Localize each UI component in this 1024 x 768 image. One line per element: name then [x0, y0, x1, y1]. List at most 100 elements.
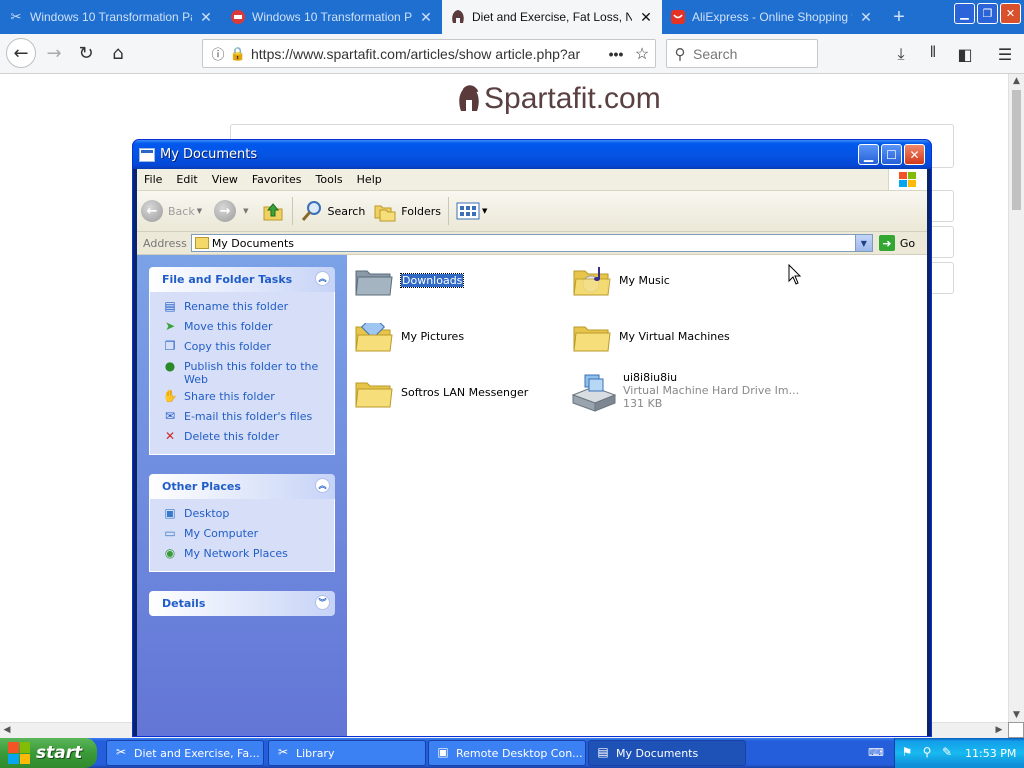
library-icon[interactable]: 𝍪	[920, 41, 946, 67]
lock-icon: 🔒	[229, 45, 247, 61]
back-arrow-icon: ←	[13, 42, 29, 64]
collapse-chevron-icon[interactable]: ︽	[315, 271, 330, 286]
collapse-chevron-icon[interactable]: ︽	[315, 478, 330, 493]
scroll-up-icon[interactable]: ▲	[1009, 74, 1024, 88]
close-button[interactable]: ✕	[904, 144, 925, 165]
home-button[interactable]: ⌂	[104, 39, 132, 67]
address-field[interactable]: My Documents ▼	[190, 234, 873, 252]
place-network[interactable]: ◉ My Network Places	[162, 545, 334, 565]
task-publish-folder[interactable]: ● Publish this folder to the Web	[162, 358, 334, 388]
taskbar-item-label: Library	[296, 746, 335, 760]
tab-aliexpress[interactable]: AliExpress - Online Shopping for ... ✕	[662, 0, 882, 34]
place-my-computer[interactable]: ▭ My Computer	[162, 525, 334, 545]
aliexpress-icon	[670, 9, 686, 25]
taskbar-item-my-documents[interactable]: ▤ My Documents	[588, 740, 746, 766]
file-item-softros-lan-messenger[interactable]: Softros LAN Messenger	[353, 371, 528, 413]
task-rename-folder[interactable]: ▤ Rename this folder	[162, 298, 334, 318]
task-share-folder[interactable]: ✋ Share this folder	[162, 388, 334, 408]
place-desktop[interactable]: ▣ Desktop	[162, 505, 334, 525]
messenger-tray-icon[interactable]: ✎	[939, 745, 955, 761]
search-label: Search	[327, 204, 366, 218]
new-tab-button[interactable]: +	[884, 0, 914, 34]
close-tab-icon[interactable]: ✕	[418, 9, 434, 26]
delete-icon: ✕	[164, 429, 176, 443]
taskbar-item-library[interactable]: ✂ Library	[268, 740, 426, 766]
scrollbar-thumb[interactable]	[1012, 90, 1021, 210]
page-vertical-scrollbar[interactable]: ▲ ▼	[1008, 74, 1024, 722]
keyboard-icon[interactable]: ⌨	[868, 746, 884, 760]
sidebar-icon[interactable]: ◧	[952, 41, 978, 67]
file-item-my-music[interactable]: My Music	[571, 259, 670, 301]
badge-icon	[230, 9, 246, 25]
spartafit-logo[interactable]: Spartafit.com	[458, 82, 661, 116]
panel-header[interactable]: Other Places ︽	[149, 474, 335, 499]
menu-file[interactable]: File	[137, 173, 169, 186]
scroll-down-icon[interactable]: ▼	[1009, 708, 1024, 722]
window-title-bar[interactable]: My Documents ▁ ☐ ✕	[133, 140, 931, 169]
search-tray-icon[interactable]: ⚲	[919, 745, 935, 761]
tab-windows10-transformation-1[interactable]: ✂ Windows 10 Transformation Pa... ✕	[0, 0, 222, 34]
start-button[interactable]: start	[0, 738, 97, 768]
task-move-folder[interactable]: ➤ Move this folder	[162, 318, 334, 338]
up-folder-button[interactable]	[257, 194, 289, 228]
folder-icon	[194, 237, 209, 249]
close-tab-icon[interactable]: ✕	[638, 9, 654, 26]
folders-button[interactable]: Folders	[369, 194, 445, 228]
address-value[interactable]: My Documents	[212, 237, 855, 250]
back-button[interactable]: ← Back ▼	[137, 194, 210, 228]
forward-button[interactable]: →	[40, 39, 68, 67]
forward-button[interactable]: → ▼	[210, 194, 256, 228]
url-text[interactable]: https://www.spartafit.com/articles/show …	[251, 46, 603, 62]
expand-chevron-icon[interactable]: ︾	[315, 595, 330, 610]
close-tab-icon[interactable]: ✕	[858, 9, 874, 26]
menu-help[interactable]: Help	[350, 173, 389, 186]
file-item-my-virtual-machines[interactable]: My Virtual Machines	[571, 315, 730, 357]
minimize-button[interactable]: ▁	[858, 144, 879, 165]
file-item-my-pictures[interactable]: My Pictures	[353, 315, 464, 357]
scroll-corner	[1008, 722, 1024, 738]
page-actions-icon[interactable]: •••	[603, 46, 629, 62]
network-tray-icon[interactable]: ⚑	[899, 745, 915, 761]
file-item-downloads[interactable]: Downloads	[353, 259, 465, 301]
file-name: My Music	[619, 273, 670, 287]
panel-header[interactable]: File and Folder Tasks ︽	[149, 267, 335, 292]
task-email-files[interactable]: ✉ E-mail this folder's files	[162, 408, 334, 428]
close-window-button[interactable]: ✕	[1000, 3, 1021, 24]
restore-button[interactable]: ❐	[977, 3, 998, 24]
taskbar-item-firefox[interactable]: ✂ Diet and Exercise, Fa...	[106, 740, 264, 766]
info-icon[interactable]: ⓘ	[207, 44, 229, 63]
taskbar-item-remote-desktop[interactable]: ▣ Remote Desktop Con...	[428, 740, 586, 766]
bookmark-star-icon[interactable]: ☆	[629, 44, 655, 64]
downloads-icon[interactable]: ⤓	[888, 41, 914, 67]
menu-view[interactable]: View	[205, 173, 245, 186]
search-input[interactable]: ⚲ Search	[666, 39, 818, 68]
url-bar[interactable]: ⓘ 🔒 https://www.spartafit.com/articles/s…	[202, 39, 656, 68]
minimize-button[interactable]: ▁	[954, 3, 975, 24]
tab-diet-and-exercise[interactable]: Diet and Exercise, Fat Loss, Nutri... ✕	[442, 0, 662, 34]
reload-button[interactable]: ↻	[72, 39, 100, 67]
chevron-down-icon[interactable]: ▼	[854, 235, 872, 251]
page-box	[930, 190, 954, 222]
menu-favorites[interactable]: Favorites	[245, 173, 309, 186]
task-copy-folder[interactable]: ❐ Copy this folder	[162, 338, 334, 358]
back-button[interactable]: ←	[6, 38, 36, 68]
maximize-button[interactable]: ☐	[881, 144, 902, 165]
search-button[interactable]: Search	[296, 194, 370, 228]
go-button[interactable]: ➜ Go	[878, 235, 915, 251]
clock[interactable]: 11:53 PM	[965, 747, 1016, 760]
views-button[interactable]: ▼	[452, 194, 495, 228]
other-places-panel: Other Places ︽ ▣ Desktop ▭ My Computer ◉ My…	[149, 474, 335, 572]
system-tray: ⚑ ⚲ ✎ 11:53 PM	[894, 738, 1024, 768]
scroll-right-icon[interactable]: ▶	[992, 723, 1006, 738]
scroll-left-icon[interactable]: ◀	[0, 723, 14, 738]
file-name: Softros LAN Messenger	[401, 385, 529, 399]
panel-header[interactable]: Details ︾	[149, 591, 335, 616]
close-tab-icon[interactable]: ✕	[198, 9, 214, 26]
menu-icon[interactable]: ☰	[992, 41, 1018, 67]
tab-windows10-transformation-2[interactable]: Windows 10 Transformation Pa... ✕	[222, 0, 442, 34]
computer-icon: ▭	[164, 526, 176, 540]
file-item-vhd[interactable]: ui8i8iu8iu Virtual Machine Hard Drive Im…	[569, 371, 799, 413]
menu-tools[interactable]: Tools	[309, 173, 350, 186]
task-delete-folder[interactable]: ✕ Delete this folder	[162, 428, 334, 448]
menu-edit[interactable]: Edit	[169, 173, 204, 186]
